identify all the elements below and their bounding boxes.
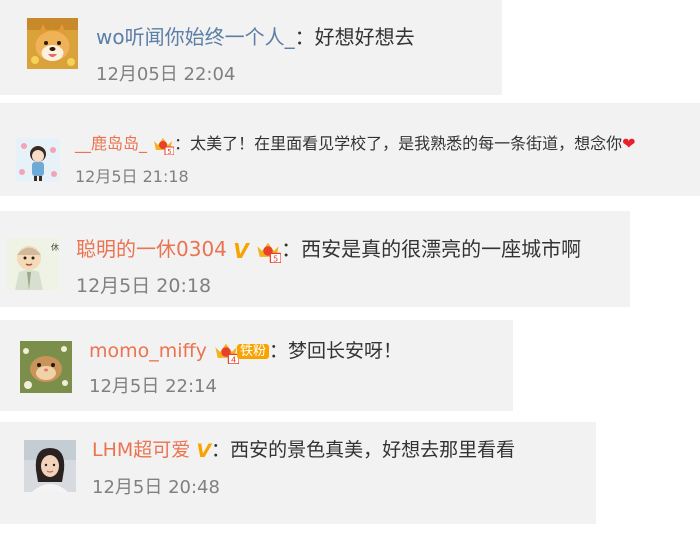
svg-text:5: 5 [273,253,278,262]
comment-text: 西安是真的很漂亮的一座城市啊 [301,237,582,261]
comment-text: 好想好想去 [314,25,415,49]
svg-text:4: 4 [231,354,236,363]
username-link[interactable]: __鹿岛岛_ [75,134,147,153]
crown-level-5-badge-icon: 5 [154,137,175,155]
crown-level-5-badge-icon: 5 [257,242,282,263]
comment-card: __鹿岛岛_ 5 ：太美了！在里面看见学校了，是我熟悉的每一条街道，想念你❤ 1… [0,103,700,196]
username-link[interactable]: 聪明的一休0304 [76,237,227,261]
comment-time: 12月5日 21:18 [75,167,189,186]
avatar[interactable] [16,138,60,182]
comment-line: momo_miffy 4 铁粉 ：梦回长安呀！ [89,337,402,365]
username-link[interactable]: wo听闻你始终一个人_ [96,25,295,49]
comment-time: 12月5日 20:48 [92,477,220,498]
comment-text: 太美了！在里面看见学校了，是我熟悉的每一条街道，想念你 [190,134,623,153]
username-link[interactable]: LHM超可爱 [92,439,190,461]
comment-time: 12月05日 22:04 [96,64,236,85]
avatar[interactable] [24,440,76,492]
woman-photo-avatar-icon [24,440,76,492]
comment-card: LHM超可爱 V：西安的景色真美，好想去那里看看 12月5日 20:48 [0,422,596,524]
avatar[interactable] [20,341,72,393]
hamster-flowers-avatar-icon [20,341,72,393]
separator: ： [294,25,315,49]
comment-time: 12月5日 20:18 [76,275,212,297]
comment-line: LHM超可爱 V：西安的景色真美，好想去那里看看 [92,436,515,465]
verified-v-badge-icon: V [233,238,249,263]
separator: ： [281,237,302,261]
comment-line: 聪明的一休0304 V 5 ：西安是真的很漂亮的一座城市啊 [76,235,581,265]
comment-card: wo听闻你始终一个人_：好想好想去 12月05日 22:04 [0,0,502,95]
comment-card: 休 爷 聪明的一休0304 V 5 ：西安是真的很漂亮的一座城市啊 12月5日 … [0,211,630,307]
comment-time: 12月5日 22:14 [89,376,217,397]
separator: ： [174,134,191,153]
avatar[interactable]: 休 爷 [7,238,59,290]
monk-cartoon-avatar-icon: 休 爷 [7,238,59,290]
comment-card: momo_miffy 4 铁粉 ：梦回长安呀！ 12月5日 22:14 [0,320,513,411]
heart-emoji: ❤ [622,134,636,153]
comment-line: __鹿岛岛_ 5 ：太美了！在里面看见学校了，是我熟悉的每一条街道，想念你❤ [75,133,636,155]
comment-line: wo听闻你始终一个人_：好想好想去 [96,24,415,50]
separator: ： [268,340,288,362]
separator: ： [211,439,231,461]
svg-text:5: 5 [167,148,171,155]
avatar-caption: 休 爷 [51,242,59,252]
cartoon-girl-avatar-icon [16,138,60,182]
avatar[interactable] [27,18,78,69]
username-link[interactable]: momo_miffy [89,340,207,362]
comment-text: 西安的景色真美，好想去那里看看 [230,439,516,461]
crown-level-4-badge-icon: 4 [215,343,239,364]
iron-fan-badge: 铁粉 [236,343,269,360]
shiba-dog-avatar-icon [27,18,78,69]
verified-v-badge-icon: V [196,439,212,462]
comment-text: 梦回长安呀！ [287,340,402,362]
